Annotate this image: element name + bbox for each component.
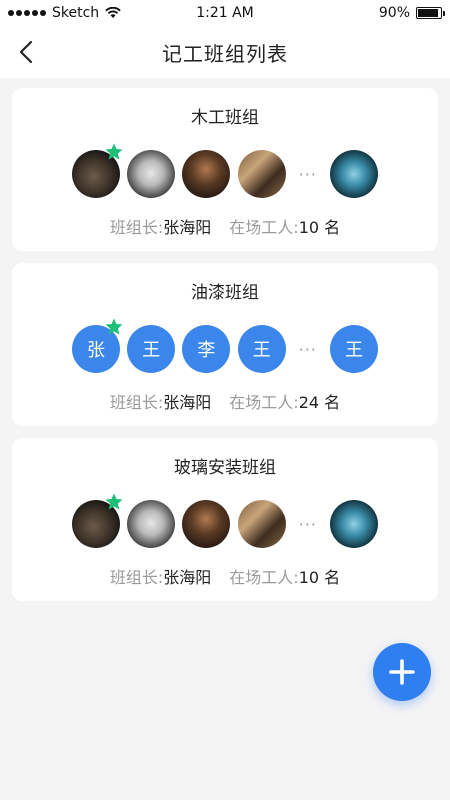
workers-label: 在场工人: [229,393,299,412]
leader-label: 班组长: [109,218,164,237]
star-icon [105,493,123,510]
avatar-initial: 王 [344,340,363,361]
group-card[interactable]: 木工班组 ··· 班组长:张海阳 在场工人:10 名 [12,88,438,251]
more-members-ellipsis: ··· [298,164,317,184]
battery-percent: 90% [378,5,410,21]
avatar [237,150,286,198]
group-name: 木工班组 [191,108,259,128]
group-meta: 班组长:张海阳 在场工人:10 名 [110,564,340,588]
leader-label: 班组长: [109,393,164,412]
status-bar: Sketch 1:21 AM 90% [0,0,450,26]
avatar: 王 [237,325,286,373]
avatar: 李 [182,325,231,373]
avatar-initial: 王 [252,340,271,361]
signal-icon [8,10,46,16]
workers-label: 在场工人: [229,218,299,237]
avatar [127,500,176,548]
carrier-name: Sketch [52,5,100,21]
avatar [182,150,231,198]
workers-label: 在场工人: [229,568,299,587]
page-title: 记工班组列表 [162,41,288,66]
avatar-initial: 李 [197,340,216,361]
avatar [329,150,378,198]
avatar: 王 [329,325,378,373]
more-members-ellipsis: ··· [298,339,317,359]
group-name: 油漆班组 [191,283,259,303]
back-button[interactable] [8,34,44,70]
avatar-initial: 王 [142,340,161,361]
chevron-left-icon [19,40,33,64]
avatar [237,500,286,548]
star-icon [105,318,123,335]
group-meta: 班组长:张海阳 在场工人:10 名 [110,214,340,238]
group-meta: 班组长:张海阳 在场工人:24 名 [110,389,340,413]
nav-bar: 记工班组列表 [0,26,450,78]
avatar [127,150,176,198]
battery-info: 90% [378,5,445,21]
group-name: 玻璃安装班组 [174,458,276,478]
avatar: 王 [127,325,176,373]
wifi-icon [105,7,121,18]
avatar-initial: 张 [87,340,105,361]
member-avatars: ··· [72,493,378,548]
avatar [182,500,231,548]
battery-icon [416,7,445,19]
more-members-ellipsis: ··· [298,514,317,534]
avatar: 张 [72,318,123,373]
leader-name: 张海阳 [163,393,212,412]
avatar [329,500,378,548]
carrier-info: Sketch [8,5,121,21]
group-list: 木工班组 ··· 班组长:张海阳 在场工人:10 名 油漆班组 张 王 李 王 … [12,88,438,613]
leader-name: 张海阳 [163,568,212,587]
worker-count: 10 名 [298,218,341,237]
add-group-button[interactable] [373,643,431,701]
worker-count: 24 名 [298,393,341,412]
worker-count: 10 名 [298,568,341,587]
leader-name: 张海阳 [163,218,212,237]
group-card[interactable]: 玻璃安装班组 ··· 班组长:张海阳 在场工人:10 名 [12,438,438,601]
member-avatars: 张 王 李 王 ··· 王 [72,318,378,373]
leader-label: 班组长: [109,568,164,587]
plus-icon [389,659,415,685]
member-avatars: ··· [72,143,378,198]
group-card[interactable]: 油漆班组 张 王 李 王 ··· 王 班组长:张海阳 在场工人:24 名 [12,263,438,426]
avatar [72,493,123,548]
avatar [72,143,123,198]
star-icon [105,143,123,160]
